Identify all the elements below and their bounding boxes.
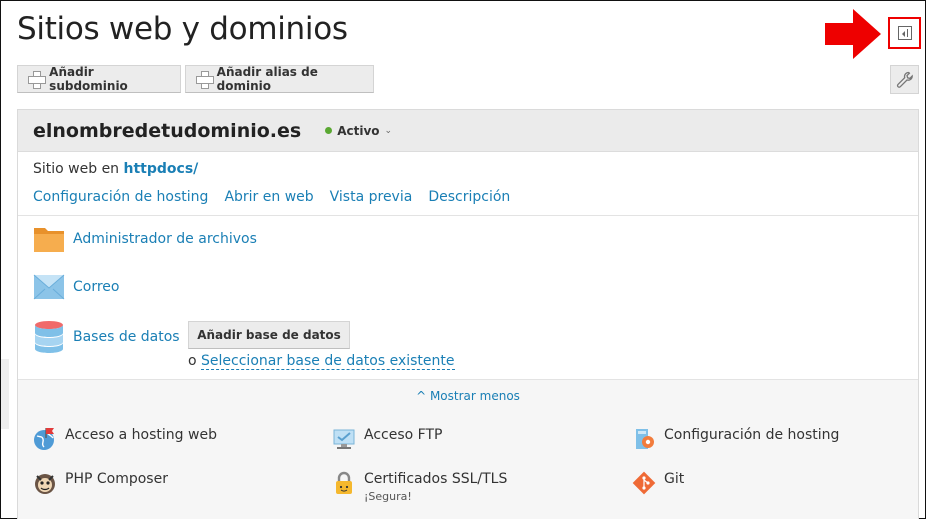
select-existing-database-link[interactable]: Seleccionar base de datos existente [201,353,455,370]
envelope-icon [33,274,65,300]
database-icon [35,321,63,353]
chevron-up-icon: ^ [416,389,427,403]
divider [18,215,918,216]
composer-icon [35,474,55,494]
status-label: Activo [337,123,380,138]
padlock-icon [336,471,352,494]
hosting-settings-link[interactable]: Configuración de hosting [33,189,208,205]
git-item[interactable]: Git [632,471,684,495]
git-icon [632,471,656,495]
add-domain-alias-button[interactable]: Añadir alias de dominio [185,65,374,93]
description-link[interactable]: Descripción [428,189,510,205]
httpdocs-link[interactable]: httpdocs/ [124,161,199,177]
arrow-right-icon [825,9,881,59]
domain-header: elnombredetudominio.es Activo ⌄ [18,110,918,152]
add-database-button[interactable]: Añadir base de datos [188,321,350,349]
site-location: Sitio web en httpdocs/ [33,161,199,177]
mail-row: Correo [33,273,119,301]
domain-links: Configuración de hosting Abrir en web Vi… [33,189,510,205]
ftp-monitor-icon [333,429,355,449]
chevron-down-icon: ⌄ [384,125,393,136]
plus-icon [28,71,47,89]
tools-area: ^ Mostrar menos Acceso a hosting web Acc… [18,379,918,519]
status-dropdown[interactable]: Activo ⌄ [325,124,392,138]
file-manager-link[interactable]: Administrador de archivos [73,231,257,247]
toggle-side-panel-button[interactable] [888,17,921,49]
domain-name: elnombredetudominio.es [33,119,302,142]
page-title: Sitios web y dominios [17,11,348,47]
add-subdomain-button[interactable]: Añadir subdominio [17,65,181,93]
open-in-web-link[interactable]: Abrir en web [224,189,313,205]
ssl-status-text: ¡Segura! [364,490,412,503]
plus-icon [196,71,214,89]
select-database-line: o Seleccionar base de datos existente [188,353,455,370]
php-composer-item[interactable]: PHP Composer [33,471,168,495]
folder-icon [34,228,64,252]
domain-card: elnombredetudominio.es Activo ⌄ Sitio we… [17,109,919,519]
ftp-access-item[interactable]: Acceso FTP [332,427,442,451]
databases-row: Bases de datos [33,320,180,354]
file-manager-row: Administrador de archivos [33,224,257,254]
hosting-settings-item[interactable]: Configuración de hosting [632,427,839,451]
globe-flag-icon [34,428,54,450]
wrench-icon [896,71,913,88]
hosting-settings-icon [636,429,654,449]
left-scroll-edge [1,359,9,429]
web-hosting-access-item[interactable]: Acceso a hosting web [33,427,217,451]
preview-link[interactable]: Vista previa [330,189,413,205]
show-less-toggle[interactable]: ^ Mostrar menos [18,389,918,403]
side-panel-icon [897,26,912,40]
status-dot-icon [325,127,333,134]
mail-link[interactable]: Correo [73,279,119,295]
databases-link[interactable]: Bases de datos [73,329,180,345]
ssl-certificates-item[interactable]: Certificados SSL/TLS ¡Segura! [332,471,507,503]
tools-button[interactable] [890,65,919,94]
